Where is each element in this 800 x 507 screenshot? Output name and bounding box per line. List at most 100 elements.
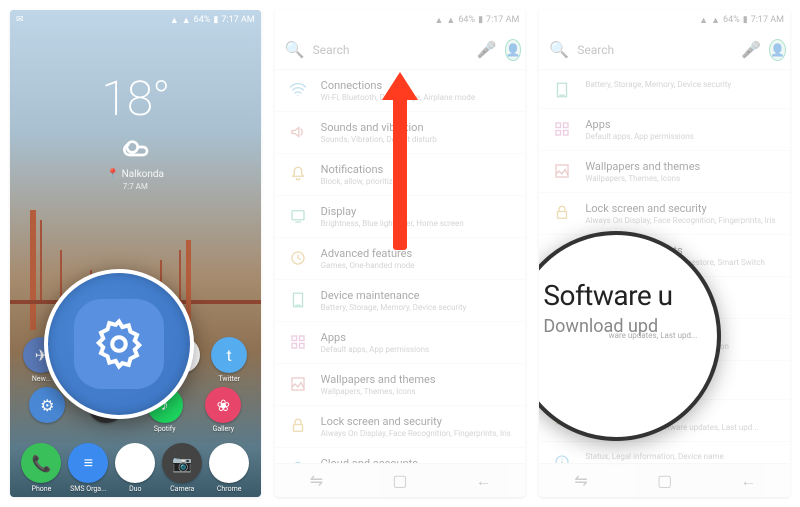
recents-button[interactable]: ⇋ — [571, 471, 591, 491]
app-gallery[interactable]: ❀Gallery — [202, 387, 244, 433]
cloud-icon — [119, 131, 151, 163]
nav-bar: ⇋ ▢ ← — [275, 463, 526, 497]
software-update-sub-cut: ware updates, Last upd... — [609, 331, 698, 340]
app-twitter[interactable]: t Twitter — [208, 337, 250, 383]
app-phone[interactable]: 📞 Phone — [20, 443, 62, 493]
settings-item-apps[interactable]: AppsDefault apps, App permissions — [275, 322, 526, 364]
search-icon: 🔍 — [549, 40, 569, 59]
battery-icon: ▮ — [743, 15, 748, 25]
wallpapers-icon — [553, 162, 571, 180]
settings-panel-top: ▲ ▲ 64% ▮ 7:17 AM 🔍 🎤 👤 ConnectionsWi-Fi… — [275, 10, 526, 497]
app-label: Twitter — [208, 375, 250, 383]
connections-icon — [289, 81, 307, 99]
settings-item-title: Lock screen and security — [585, 202, 776, 215]
battery-percent: 64% — [194, 15, 211, 25]
app-label: Chrome — [208, 485, 250, 493]
app-icon: 📞 — [21, 443, 61, 483]
wifi-icon: ▲ — [182, 15, 191, 26]
weather-widget[interactable]: 18° 📍 Nalkonda 7:7 AM — [10, 70, 261, 191]
home-button[interactable]: ▢ — [390, 471, 410, 491]
status-time: 7:17 AM — [486, 15, 519, 25]
wifi-icon: ▲ — [711, 15, 720, 26]
device-icon — [289, 291, 307, 309]
battery-icon: ▮ — [213, 15, 218, 25]
app-icon: t — [211, 337, 247, 373]
status-time: 7:17 AM — [221, 15, 254, 25]
settings-item-subtitle: Default apps, App permissions — [585, 132, 776, 141]
mic-icon[interactable]: 🎤 — [741, 40, 761, 59]
app-icon: ▲ — [115, 443, 155, 483]
profile-avatar-icon[interactable]: 👤 — [505, 39, 522, 61]
wifi-icon: ▲ — [446, 15, 455, 26]
advanced-icon — [289, 249, 307, 267]
settings-app-magnified[interactable] — [44, 269, 194, 419]
settings-item-subtitle: Games, One-handed mode — [321, 261, 512, 270]
settings-item-subtitle: Always On Display, Face Recognition, Fin… — [585, 216, 776, 225]
settings-item-lock[interactable]: Lock screen and securityAlways On Displa… — [275, 406, 526, 448]
signal-icon: ▲ — [699, 15, 708, 26]
app-smsorga[interactable]: ≡SMS Orga... — [67, 443, 109, 493]
app-camera[interactable]: 📷 Camera — [161, 443, 203, 493]
search-bar[interactable]: 🔍 🎤 👤 — [539, 30, 790, 70]
app-label: Duo — [114, 485, 156, 493]
app-icon: 📷 — [162, 443, 202, 483]
notifications-icon — [289, 165, 307, 183]
settings-item-title: Apps — [321, 331, 512, 344]
weather-temp: 18° — [10, 70, 261, 127]
device-icon — [553, 81, 571, 99]
back-button[interactable]: ← — [738, 471, 758, 491]
search-bar[interactable]: 🔍 🎤 👤 — [275, 30, 526, 70]
status-time: 7:17 AM — [751, 15, 784, 25]
app-duo[interactable]: ▲ Duo — [114, 443, 156, 493]
settings-item-apps[interactable]: AppsDefault apps, App permissions — [539, 109, 790, 151]
display-icon — [289, 207, 307, 225]
lock-icon — [553, 204, 571, 222]
notif-icon: ✉ — [16, 15, 24, 25]
settings-icon — [74, 299, 164, 389]
settings-item-wallpapers[interactable]: Wallpapers and themesWallpapers, Themes,… — [275, 364, 526, 406]
settings-item-subtitle: Wallpapers, Themes, Icons — [321, 387, 512, 396]
battery-percent: 64% — [723, 15, 740, 25]
status-bar: ▲ ▲ 64% ▮ 7:17 AM — [539, 10, 790, 30]
search-input[interactable] — [313, 43, 469, 57]
scroll-up-arrow-annotation — [382, 72, 418, 250]
home-button[interactable]: ▢ — [655, 471, 675, 491]
status-bar: ▲ ▲ 64% ▮ 7:17 AM — [275, 10, 526, 30]
app-label: Phone — [20, 485, 62, 493]
search-icon: 🔍 — [285, 40, 305, 59]
settings-item-subtitle: Battery, Storage, Memory, Device securit… — [321, 303, 512, 312]
back-button[interactable]: ← — [474, 471, 494, 491]
app-chrome[interactable]: ○Chrome — [208, 443, 250, 493]
mic-icon[interactable]: 🎤 — [477, 40, 497, 59]
settings-item-title: Wallpapers and themes — [321, 373, 512, 386]
battery-icon: ▮ — [478, 15, 483, 25]
dock: 📞 Phone ≡SMS Orga...▲ Duo 📷 Camera ○Chrome — [10, 443, 261, 493]
wallpapers-icon — [289, 375, 307, 393]
settings-panel-scrolled: ▲ ▲ 64% ▮ 7:17 AM 🔍 🎤 👤 Battery, Storage… — [539, 10, 790, 497]
settings-item-subtitle: Wallpapers, Themes, Icons — [585, 174, 776, 183]
software-update-title: Software u — [543, 279, 697, 312]
settings-item-wallpapers[interactable]: Wallpapers and themesWallpapers, Themes,… — [539, 151, 790, 193]
settings-item-device[interactable]: Battery, Storage, Memory, Device securit… — [539, 70, 790, 109]
settings-item-subtitle: Default apps, App permissions — [321, 345, 512, 354]
app-label: Spotify — [144, 425, 186, 433]
apps-icon — [553, 120, 571, 138]
settings-item-lock[interactable]: Lock screen and securityAlways On Displa… — [539, 193, 790, 235]
search-input[interactable] — [577, 43, 733, 57]
weather-time: 7:7 AM — [10, 182, 261, 191]
settings-item-title: Wallpapers and themes — [585, 160, 776, 173]
settings-item-title: Device maintenance — [321, 289, 512, 302]
app-icon: ❀ — [205, 387, 241, 423]
app-label: Camera — [161, 485, 203, 493]
sounds-icon — [289, 123, 307, 141]
status-bar: ✉ ▲ ▲ 64% ▮ 7:17 AM — [10, 10, 261, 30]
settings-item-title: Apps — [585, 118, 776, 131]
settings-item-subtitle: Status, Legal information, Device name — [585, 452, 776, 461]
settings-item-device[interactable]: Device maintenanceBattery, Storage, Memo… — [275, 280, 526, 322]
profile-avatar-icon[interactable]: 👤 — [769, 39, 786, 61]
recents-button[interactable]: ⇋ — [306, 471, 326, 491]
battery-percent: 64% — [458, 15, 475, 25]
apps-icon — [289, 333, 307, 351]
settings-item-subtitle: Always On Display, Face Recognition, Fin… — [321, 429, 512, 438]
signal-icon: ▲ — [170, 15, 179, 26]
